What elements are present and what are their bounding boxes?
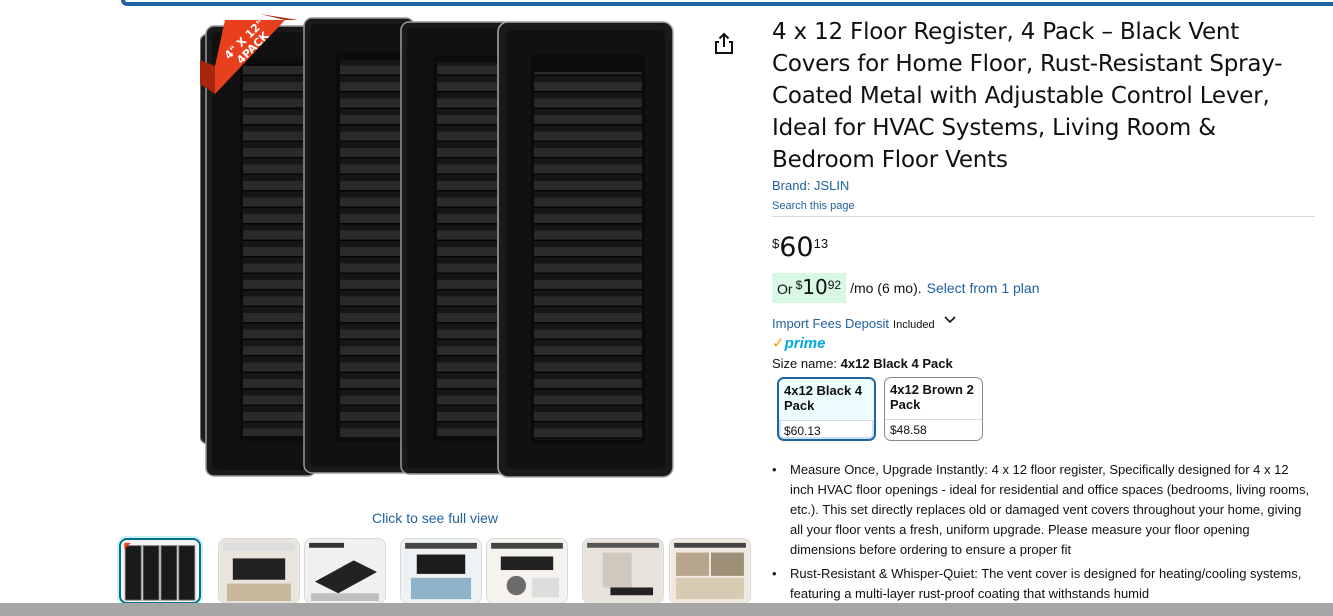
thumbnail-6[interactable]	[582, 538, 664, 604]
list-item: • Measure Once, Upgrade Instantly: 4 x 1…	[772, 460, 1312, 560]
top-accent-strip	[121, 0, 1333, 6]
thumbnail-5[interactable]	[486, 538, 568, 604]
size-option-title: 4x12 Black 4 Pack	[779, 379, 874, 420]
monthly-or: Or	[777, 281, 793, 297]
import-fees-link[interactable]: Import Fees Deposit	[772, 316, 889, 331]
price-symbol: $	[772, 236, 780, 251]
feature-bullets: • Measure Once, Upgrade Instantly: 4 x 1…	[772, 460, 1312, 608]
size-option-brown-2-pack[interactable]: 4x12 Brown 2 Pack $48.58	[884, 377, 983, 441]
monthly-symbol: $	[795, 278, 803, 292]
thumbnail-7[interactable]	[669, 538, 751, 604]
divider	[772, 216, 1315, 217]
share-icon	[715, 32, 733, 54]
click-full-view-link[interactable]: Click to see full view	[345, 510, 525, 526]
select-plan-link[interactable]: Select from 1 plan	[927, 280, 1040, 296]
brand-link[interactable]: Brand: JSLIN	[772, 178, 849, 193]
share-button[interactable]	[710, 30, 738, 58]
size-name: Size name: 4x12 Black 4 Pack	[772, 356, 953, 371]
size-name-selected: 4x12 Black 4 Pack	[840, 356, 953, 371]
chevron-down-icon[interactable]	[943, 313, 957, 327]
price-whole: 60	[779, 232, 814, 263]
thumbnail-vents-image	[121, 540, 199, 602]
size-option-price: $60.13	[779, 420, 874, 439]
size-option-title: 4x12 Brown 2 Pack	[890, 382, 974, 412]
monthly-payment: Or $ 10 92 /mo (6 mo). Select from 1 pla…	[772, 273, 1039, 303]
thumbnail-1[interactable]	[119, 538, 201, 604]
main-product-image[interactable]: 4" X 12" 4PACK	[199, 14, 675, 504]
bullet-text: Measure Once, Upgrade Instantly: 4 x 12 …	[790, 462, 1310, 557]
import-fees: Import Fees Deposit Included	[772, 313, 957, 331]
search-this-page-link[interactable]: Search this page	[772, 200, 855, 212]
prime-logo: prime	[784, 334, 826, 352]
size-option-black-4-pack[interactable]: 4x12 Black 4 Pack $60.13	[777, 377, 876, 441]
size-option-price: $48.58	[885, 419, 982, 440]
price: $ 60 13	[772, 233, 828, 263]
monthly-pill: Or $ 10 92	[772, 273, 847, 303]
monthly-fraction: 92	[827, 278, 842, 292]
prime-check-icon: ✓	[772, 335, 785, 352]
bullet-text: Rust-Resistant & Whisper-Quiet: The vent…	[790, 566, 1302, 601]
product-title: 4 x 12 Floor Register, 4 Pack – Black Ve…	[772, 19, 1283, 173]
monthly-term: /mo (6 mo).	[850, 280, 922, 296]
prime-badge: ✓ prime	[772, 334, 826, 353]
import-fees-included: Included	[893, 318, 935, 331]
thumbnail-2[interactable]	[218, 538, 300, 604]
list-item: • Rust-Resistant & Whisper-Quiet: The ve…	[772, 564, 1312, 604]
price-fraction: 13	[813, 236, 829, 251]
monthly-whole: 10	[802, 275, 828, 299]
thumbnail-4[interactable]	[400, 538, 482, 604]
size-name-label: Size name:	[772, 356, 838, 371]
thumbnail-3[interactable]	[304, 538, 386, 604]
